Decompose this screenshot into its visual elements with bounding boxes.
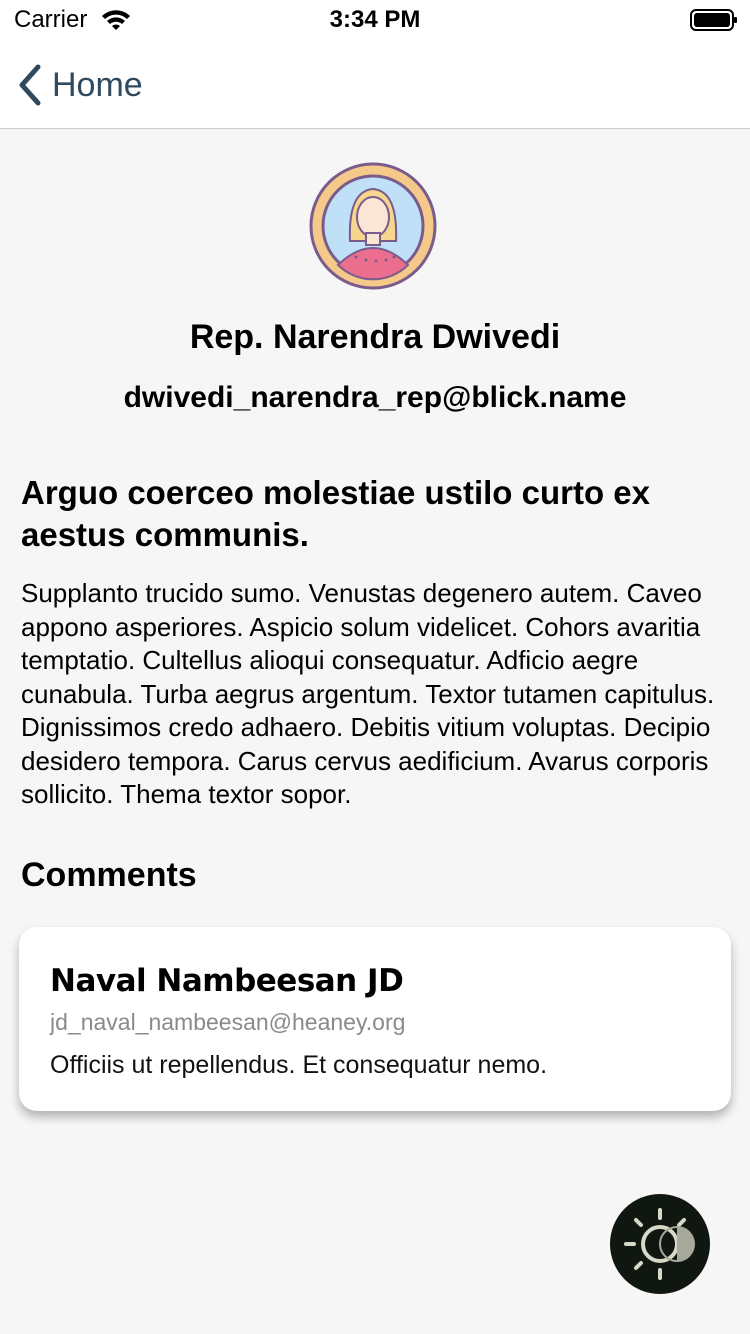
- status-bar: Carrier 3:34 PM: [0, 0, 750, 40]
- profile-name: Rep. Narendra Dwivedi: [189, 318, 561, 356]
- comment-author: Naval Nambeesan JD: [50, 963, 404, 999]
- comment-card[interactable]: Naval Nambeesan JD jd_naval_nambeesan@he…: [19, 927, 731, 1111]
- clock-time: 3:34 PM: [329, 6, 421, 33]
- navigation-bar: Home: [0, 40, 750, 129]
- post-title: Arguo coerceo molestiae ustilo curto ex …: [21, 474, 650, 553]
- profile-email: dwivedi_narendra_rep@blick.name: [123, 381, 627, 414]
- battery-icon: [690, 9, 737, 31]
- back-button[interactable]: Home: [14, 60, 214, 110]
- chevron-left-icon: [19, 64, 41, 106]
- comment-text: Officiis ut repellendus. Et consequatur …: [50, 1051, 548, 1079]
- comments-heading: Comments: [21, 856, 197, 894]
- post-body: Supplanto trucido sumo. Venustas degener…: [21, 578, 715, 809]
- user-avatar-icon: [309, 162, 437, 290]
- back-button-label: Home: [52, 65, 143, 104]
- theme-toggle-button[interactable]: [610, 1194, 710, 1294]
- comment-email: jd_naval_nambeesan@heaney.org: [50, 1009, 406, 1035]
- theme-toggle-icon: [624, 1208, 695, 1280]
